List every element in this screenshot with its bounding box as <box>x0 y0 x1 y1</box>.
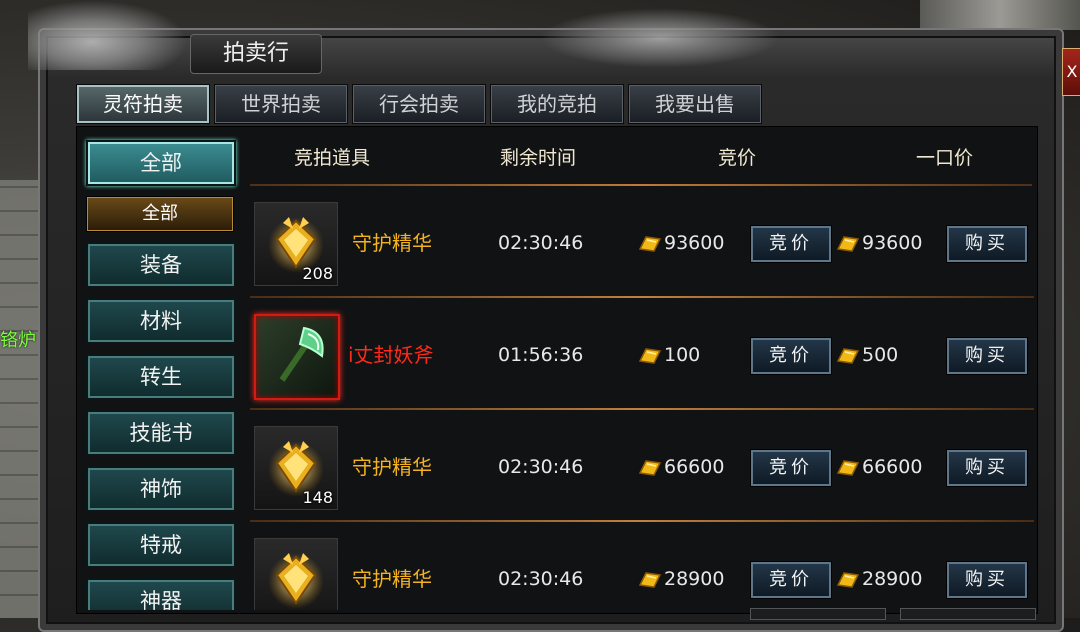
item-name: 守护精华 <box>352 455 432 479</box>
background-roof <box>920 0 1080 30</box>
category-equipment[interactable]: 装备 <box>86 242 236 288</box>
category-rebirth[interactable]: 转生 <box>86 354 236 400</box>
tab-my-bids[interactable]: 我的竞拍 <box>490 84 624 124</box>
category-sidebar: 全部 全部 装备 材料 转生 技能书 神饰 特戒 神器 <box>78 128 248 610</box>
row-divider <box>250 408 1034 410</box>
item-name: 守护精华 <box>352 231 432 255</box>
axe-icon <box>279 326 324 382</box>
dragon-ornament-center <box>540 8 780 68</box>
row-divider <box>250 296 1034 298</box>
gold-ingot-icon <box>638 459 662 476</box>
gold-ingot-icon <box>836 571 860 588</box>
buyout-price: 28900 <box>836 524 922 610</box>
category-divine-ornaments[interactable]: 神饰 <box>86 466 236 512</box>
gold-ingot-icon <box>638 571 662 588</box>
buyout-price: 66600 <box>836 412 922 522</box>
tab-talisman-auction[interactable]: 灵符拍卖 <box>76 84 210 124</box>
buyout-price: 500 <box>836 300 898 410</box>
item-slot[interactable]: 208 <box>254 202 338 286</box>
header-item: 竞拍道具 <box>294 147 371 169</box>
category-skill-books[interactable]: 技能书 <box>86 410 236 456</box>
remaining-time: 02:30:46 <box>498 232 584 254</box>
category-sub-all[interactable]: 全部 <box>86 196 234 232</box>
gold-ingot-icon <box>638 235 662 252</box>
buyout-price-value: 66600 <box>862 456 923 478</box>
item-slot[interactable]: 148 <box>254 426 338 510</box>
header-buyout: 一口价 <box>916 147 974 169</box>
bottom-button-left[interactable] <box>750 608 886 620</box>
buy-button[interactable]: 购买 <box>946 561 1028 599</box>
header-time: 剩余时间 <box>500 147 577 169</box>
window-title: 拍卖行 <box>190 34 322 74</box>
gold-ingot-icon <box>836 347 860 364</box>
gold-ingot-icon <box>638 347 662 364</box>
close-button[interactable]: X <box>1062 48 1080 96</box>
bid-price: 66600 <box>638 412 724 522</box>
category-special-rings[interactable]: 特戒 <box>86 522 236 568</box>
header-bid: 竞价 <box>718 147 757 169</box>
buyout-price-value: 93600 <box>862 232 923 254</box>
table-row: i丈封妖斧 01:56:36 100 竞价 500 购买 <box>250 300 1034 410</box>
background-sign-text: 铬炉 <box>0 330 36 351</box>
table-header: 竞拍道具 剩余时间 竞价 一口价 <box>250 132 1030 182</box>
category-artifacts[interactable]: 神器 <box>86 578 236 610</box>
table-row: 208 守护精华 02:30:46 93600 竞价 93600 购买 <box>250 188 1034 298</box>
bid-button[interactable]: 竞价 <box>750 449 832 487</box>
item-slot[interactable] <box>254 314 340 400</box>
dragon-ornament-left <box>28 0 188 70</box>
bid-price-value: 66600 <box>664 456 725 478</box>
category-all[interactable]: 全部 <box>86 140 236 186</box>
tab-guild-auction[interactable]: 行会拍卖 <box>352 84 486 124</box>
item-slot[interactable] <box>254 538 338 610</box>
bid-price: 93600 <box>638 188 724 298</box>
bid-price-value: 100 <box>664 344 701 366</box>
item-name: i丈封妖斧 <box>348 343 434 367</box>
remaining-time: 02:30:46 <box>498 456 584 478</box>
remaining-time: 02:30:46 <box>498 568 584 590</box>
category-materials[interactable]: 材料 <box>86 298 236 344</box>
header-divider <box>250 184 1032 186</box>
item-count: 208 <box>302 264 333 283</box>
tab-world-auction[interactable]: 世界拍卖 <box>214 84 348 124</box>
table-row: 148 守护精华 02:30:46 66600 竞价 66600 购买 <box>250 412 1034 522</box>
buy-button[interactable]: 购买 <box>946 225 1028 263</box>
buyout-price-value: 28900 <box>862 568 923 590</box>
bid-button[interactable]: 竞价 <box>750 225 832 263</box>
item-name: 守护精华 <box>352 567 432 591</box>
bid-button[interactable]: 竞价 <box>750 561 832 599</box>
item-count: 148 <box>302 488 333 507</box>
gold-ingot-icon <box>836 459 860 476</box>
gold-ingot-icon <box>836 235 860 252</box>
bid-price-value: 93600 <box>664 232 725 254</box>
bid-button[interactable]: 竞价 <box>750 337 832 375</box>
guard-essence-icon <box>268 553 324 609</box>
buy-button[interactable]: 购买 <box>946 337 1028 375</box>
tab-sell[interactable]: 我要出售 <box>628 84 762 124</box>
remaining-time: 01:56:36 <box>498 344 584 366</box>
row-divider <box>250 520 1034 522</box>
bottom-button-right[interactable] <box>900 608 1036 620</box>
buyout-price: 93600 <box>836 188 922 298</box>
table-row: 守护精华 02:30:46 28900 竞价 28900 购买 <box>250 524 1034 610</box>
buyout-price-value: 500 <box>862 344 899 366</box>
bid-price-value: 28900 <box>664 568 725 590</box>
bid-price: 28900 <box>638 524 724 610</box>
buy-button[interactable]: 购买 <box>946 449 1028 487</box>
bid-price: 100 <box>638 300 700 410</box>
